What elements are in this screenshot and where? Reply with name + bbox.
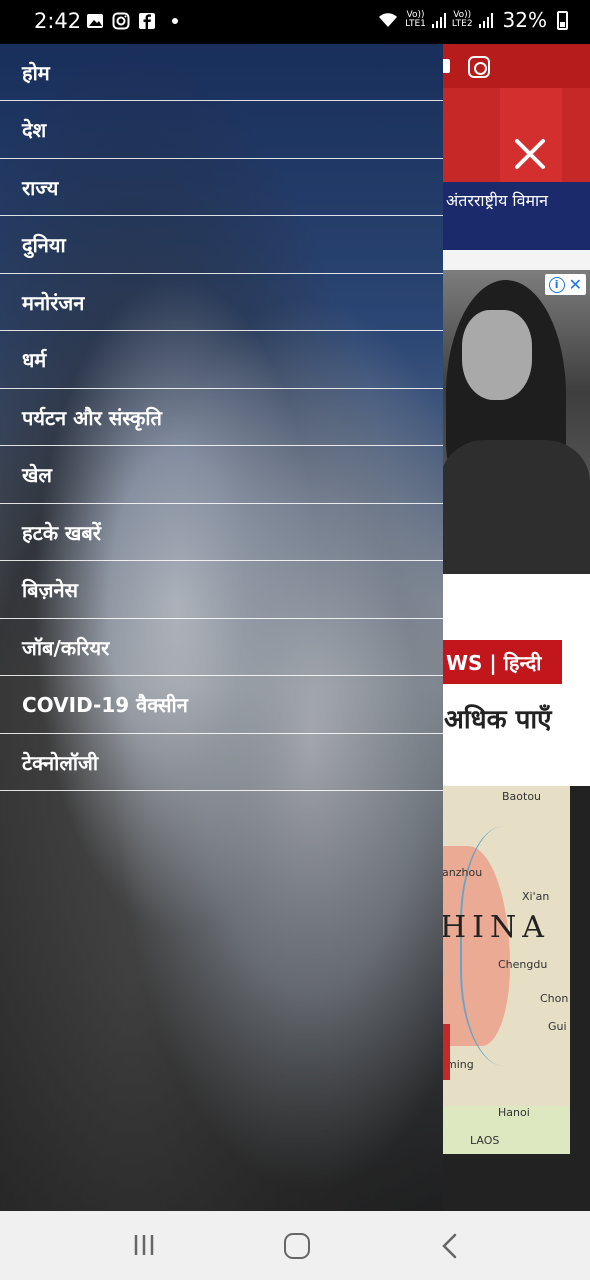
map-label: HINA (440, 910, 550, 945)
network-label-1: Vo)) LTE1 (405, 10, 426, 29)
menu-item-business[interactable]: बिज़नेस (0, 562, 443, 619)
status-indicators: Vo)) LTE1 Vo)) LTE2 32% (377, 8, 568, 32)
menu-item-label: राज्य (22, 175, 59, 200)
menu-item-label: पर्यटन और संस्कृति (22, 405, 162, 430)
menu-item-label: COVID-19 वैक्सीन (22, 693, 188, 717)
menu-item-label: धर्म (22, 348, 47, 372)
ad-person-body (440, 440, 590, 574)
menu-item-dharm[interactable]: धर्म (0, 332, 443, 389)
menu-item-manoranjan[interactable]: मनोरंजन (0, 274, 443, 331)
menu-item-covid-vaccine[interactable]: COVID-19 वैक्सीन (0, 677, 443, 734)
instagram-icon[interactable] (468, 56, 490, 78)
news-map-image[interactable]: Baotou anzhou Xi'an HINA Chengdu Chon Gu… (440, 786, 570, 1154)
map-label: Gui (548, 1020, 567, 1033)
map-label: LAOS (470, 1134, 500, 1147)
battery-icon (557, 10, 568, 30)
menu-item-khel[interactable]: खेल (0, 447, 443, 504)
map-label: Xi'an (522, 890, 550, 903)
status-bar: 2:42 Vo)) LTE1 Vo)) LTE2 32% (0, 0, 590, 44)
menu-item-duniya[interactable]: दुनिया (0, 217, 443, 274)
ad-person-face (462, 310, 532, 400)
menu-item-label: मनोरंजन (22, 290, 85, 315)
status-time: 2:42 (34, 9, 82, 33)
menu-item-technology[interactable]: टेक्नोलॉजी (0, 734, 443, 791)
breaking-news-ticker[interactable]: अंतरराष्ट्रीय विमान (446, 189, 548, 211)
system-navigation-bar (0, 1211, 590, 1280)
menu-item-desh[interactable]: देश (0, 102, 443, 159)
map-label: Hanoi (498, 1106, 530, 1119)
advertisement-image[interactable]: i ✕ (440, 270, 590, 574)
network-label-2: Vo)) LTE2 (451, 10, 473, 29)
navigation-drawer: होम देश राज्य दुनिया मनोरंजन धर्म पर्यटन… (0, 44, 443, 1211)
menu-item-job-career[interactable]: जॉब/करियर (0, 619, 443, 676)
notification-icons (86, 12, 178, 30)
map-label: ming (446, 1058, 474, 1071)
facebook-icon (139, 13, 155, 29)
menu-item-label: हटके खबरें (22, 520, 101, 545)
map-label: Chon (540, 992, 569, 1005)
menu-item-label: होम (22, 60, 50, 85)
menu-item-label: देश (22, 118, 47, 142)
instagram-icon (112, 12, 130, 30)
close-ad-icon[interactable]: ✕ (569, 275, 582, 294)
ad-headline[interactable]: अधिक पाएँ (444, 700, 552, 736)
menu-item-label: खेल (22, 463, 52, 487)
menu-item-hatke-khabren[interactable]: हटके खबरें (0, 504, 443, 561)
recent-apps-button[interactable] (133, 1233, 155, 1257)
bbc-logo-text: WS | हिन्दी (446, 651, 542, 675)
home-button[interactable] (284, 1233, 310, 1259)
close-icon[interactable] (510, 134, 550, 174)
menu-item-label: बिज़नेस (22, 578, 79, 602)
back-button[interactable] (440, 1233, 460, 1259)
map-label: anzhou (442, 866, 483, 879)
menu-item-paryatan[interactable]: पर्यटन और संस्कृति (0, 389, 443, 446)
signal-2-icon (478, 12, 493, 28)
signal-1-icon (431, 12, 446, 28)
menu-item-home[interactable]: होम (0, 44, 443, 101)
gallery-icon (87, 14, 103, 28)
menu-item-label: टेक्नोलॉजी (22, 750, 99, 775)
map-label: Baotou (502, 790, 542, 803)
menu-item-label: दुनिया (22, 233, 66, 257)
page-edge (570, 786, 590, 1211)
wifi-icon (379, 13, 398, 27)
more-notifications-dot (172, 18, 178, 24)
map-label: Chengdu (498, 958, 548, 971)
ad-choices-badge[interactable]: i ✕ (544, 274, 586, 295)
battery-percent: 32% (502, 8, 547, 32)
menu-item-label: जॉब/करियर (22, 635, 110, 660)
info-icon[interactable]: i (548, 276, 565, 293)
menu-item-rajya[interactable]: राज्य (0, 159, 443, 216)
page-edge-bottom (440, 1154, 590, 1211)
